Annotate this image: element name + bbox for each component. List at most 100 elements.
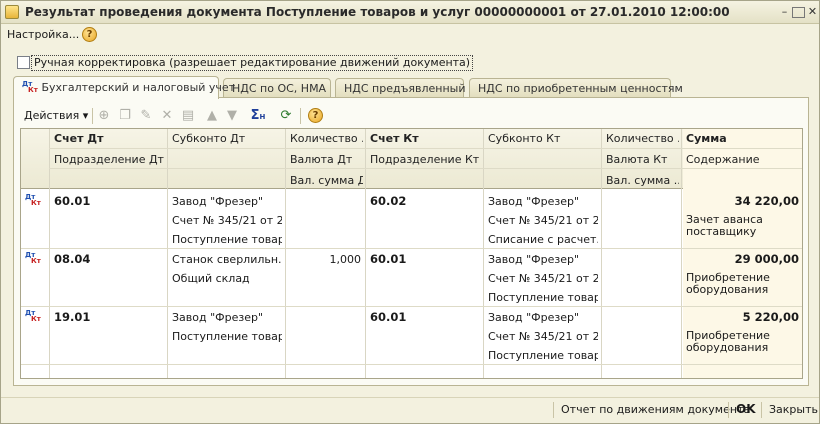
account-kt[interactable]: 60.02: [370, 194, 480, 208]
bottom-bar: Отчет по движениям документа OK Закрыть: [1, 397, 819, 421]
refresh-icon[interactable]: ⟳: [278, 108, 294, 124]
account-kt[interactable]: 60.01: [370, 252, 480, 266]
manual-correction-label[interactable]: Ручная корректировка (разрешает редактир…: [31, 55, 474, 71]
tab-vat-presented-label: НДС предъявленный: [344, 82, 466, 95]
dt-kt-icon: Дт Кт: [22, 80, 38, 94]
subconto-kt-2[interactable]: Счет № 345/21 от 2...: [488, 272, 598, 285]
movements-grid[interactable]: Счет Дт Субконто Дт Количество ... Счет …: [20, 128, 803, 379]
account-kt[interactable]: 60.01: [370, 310, 480, 324]
movements-report-button[interactable]: Отчет по движениям документа: [561, 403, 750, 416]
footer-separator: [761, 402, 762, 418]
add-icon[interactable]: ⊕: [96, 108, 112, 124]
close-button[interactable]: Закрыть: [769, 403, 818, 416]
content[interactable]: Приобретение оборудования по: [686, 272, 782, 298]
ok-button[interactable]: OK: [736, 402, 756, 416]
entry-icon: Дт Кт: [25, 309, 41, 323]
maximize-icon[interactable]: [792, 7, 805, 18]
footer-separator: [553, 402, 554, 418]
tab-accounting[interactable]: Дт Кт Бухгалтерский и налоговый учет: [13, 76, 235, 99]
header-account-kt[interactable]: Счет Кт: [370, 132, 480, 145]
subconto-dt-2[interactable]: Поступление товар...: [172, 330, 282, 343]
subconto-dt-1[interactable]: Завод "Фрезер": [172, 195, 282, 208]
close-icon[interactable]: ✕: [805, 5, 820, 20]
subconto-dt-2[interactable]: Счет № 345/21 от 2...: [172, 214, 282, 227]
amount[interactable]: 5 220,00: [686, 310, 799, 324]
subconto-kt-1[interactable]: Завод "Фрезер": [488, 253, 598, 266]
help-icon[interactable]: ?: [308, 108, 323, 123]
header-qty-kt[interactable]: Количество ...: [606, 132, 679, 145]
menu-bar: Настройка... ?: [1, 24, 819, 46]
header-qty-dt[interactable]: Количество ...: [290, 132, 363, 145]
account-dt[interactable]: 08.04: [54, 252, 164, 266]
col-divider: [681, 129, 682, 378]
header-account-dt[interactable]: Счет Дт: [54, 132, 164, 145]
header-currency-kt[interactable]: Валюта Кт: [606, 153, 679, 166]
settings-menu[interactable]: Настройка...: [7, 28, 79, 41]
header-subconto-dt[interactable]: Субконто Дт: [172, 132, 282, 145]
row-divider: [21, 306, 802, 307]
subconto-dt-3[interactable]: Поступление товар...: [172, 233, 282, 246]
tab-vat-fixed-assets[interactable]: НДС по ОС, НМА: [223, 78, 331, 98]
delete-icon[interactable]: ✕: [159, 108, 175, 124]
header-currency-dt[interactable]: Валюта Дт: [290, 153, 363, 166]
header-content[interactable]: Содержание: [686, 153, 796, 166]
toolbar-separator: [92, 108, 93, 124]
title-bar[interactable]: Результат проведения документа Поступлен…: [1, 1, 819, 24]
content[interactable]: Зачет аванса поставщику: [686, 214, 776, 240]
col-divider: [483, 129, 484, 378]
subconto-kt-3[interactable]: Поступление товар...: [488, 291, 598, 304]
header-divider: [49, 168, 802, 169]
subconto-kt-1[interactable]: Завод "Фрезер": [488, 311, 598, 324]
col-divider: [167, 129, 168, 378]
footer-separator: [728, 402, 729, 418]
subconto-dt-1[interactable]: Завод "Фрезер": [172, 311, 282, 324]
header-amount[interactable]: Сумма: [686, 132, 796, 145]
window-title: Результат проведения документа Поступлен…: [25, 5, 730, 19]
actions-menu-button[interactable]: Действия ▾: [24, 109, 88, 122]
header-subconto-kt[interactable]: Субконто Кт: [488, 132, 598, 145]
tab-vat-acquired-label: НДС по приобретенным ценностям: [478, 82, 683, 95]
tab-strip: Дт Кт Бухгалтерский и налоговый учет НДС …: [13, 76, 809, 99]
tab-vat-presented[interactable]: НДС предъявленный: [335, 78, 466, 98]
col-divider: [49, 129, 50, 378]
header-divider: [49, 148, 802, 149]
col-divider: [365, 129, 366, 378]
tab-vat-fixed-assets-label: НДС по ОС, НМА: [232, 82, 327, 95]
subconto-dt-1[interactable]: Станок сверлильн...: [172, 253, 282, 266]
content[interactable]: Приобретение оборудования по: [686, 330, 782, 356]
sum-icon[interactable]: ΣH: [250, 108, 266, 124]
col-divider: [285, 129, 286, 378]
amount[interactable]: 29 000,00: [686, 252, 799, 266]
header-cur-amount-kt[interactable]: Вал. сумма ...: [606, 174, 679, 187]
header-division-kt[interactable]: Подразделение Кт: [370, 153, 480, 166]
edit-icon[interactable]: ✎: [138, 108, 154, 124]
copy-icon[interactable]: ❐: [117, 108, 133, 124]
subconto-kt-2[interactable]: Счет № 345/21 от 2...: [488, 330, 598, 343]
move-down-icon[interactable]: ▼: [224, 108, 240, 124]
tab-panel: Действия ▾ ⊕ ❐ ✎ ✕ ▤ ▲ ▼ ΣH ⟳ ? Счет Дт …: [13, 97, 809, 386]
help-icon[interactable]: ?: [82, 27, 97, 42]
minimize-icon[interactable]: –: [777, 5, 792, 20]
amount[interactable]: 34 220,00: [686, 194, 799, 208]
move-up-icon[interactable]: ▲: [204, 108, 220, 124]
app-icon: [5, 5, 19, 19]
grid-toolbar: Действия ▾ ⊕ ❐ ✎ ✕ ▤ ▲ ▼ ΣH ⟳ ?: [22, 106, 782, 126]
account-dt[interactable]: 19.01: [54, 310, 164, 324]
row-divider: [21, 364, 802, 365]
post-icon[interactable]: ▤: [180, 108, 196, 124]
subconto-kt-3[interactable]: Списание с расчет...: [488, 233, 598, 246]
row-divider: [21, 248, 802, 249]
qty-dt[interactable]: 1,000: [289, 253, 362, 266]
account-dt[interactable]: 60.01: [54, 194, 164, 208]
header-division-dt[interactable]: Подразделение Дт: [54, 153, 164, 166]
result-window: Результат проведения документа Поступлен…: [0, 0, 820, 424]
header-cur-amount-dt[interactable]: Вал. сумма Дт: [290, 174, 363, 187]
subconto-dt-2[interactable]: Общий склад: [172, 272, 282, 285]
subconto-kt-2[interactable]: Счет № 345/21 от 2...: [488, 214, 598, 227]
col-divider: [601, 129, 602, 378]
tab-vat-acquired[interactable]: НДС по приобретенным ценностям: [469, 78, 683, 98]
subconto-kt-1[interactable]: Завод "Фрезер": [488, 195, 598, 208]
manual-correction-checkbox[interactable]: [17, 56, 30, 69]
subconto-kt-3[interactable]: Поступление товар...: [488, 349, 598, 362]
toolbar-separator: [300, 108, 301, 124]
